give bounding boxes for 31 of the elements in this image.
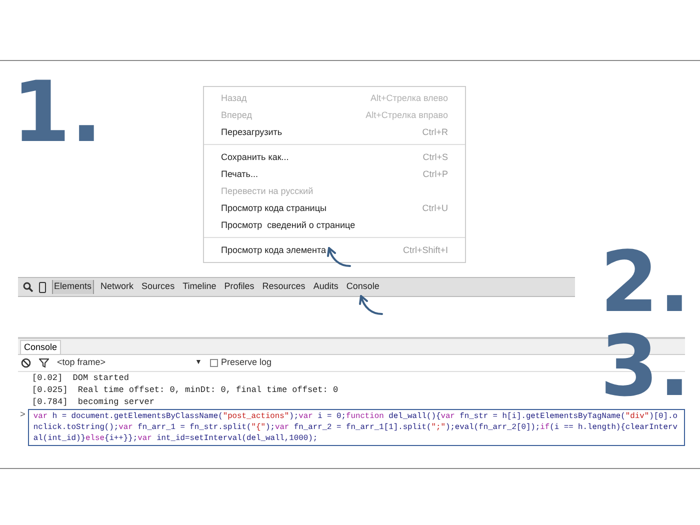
devtools-tab[interactable]: Elements <box>52 280 94 294</box>
log-line: [0.025] Real time offset: 0, minDt: 0, final time offset: 0 <box>31 384 340 396</box>
preserve-log-checkbox[interactable] <box>210 359 218 367</box>
log-line: [0.02] DOM started <box>31 372 130 384</box>
devtools-tab[interactable]: Timeline <box>182 280 218 294</box>
devtools-tab[interactable]: Sources <box>140 280 176 294</box>
filter-icon[interactable] <box>39 358 49 368</box>
menu-item[interactable]: Печать... Ctrl+P <box>204 166 465 183</box>
clear-icon[interactable] <box>21 358 31 368</box>
step-number: 3. <box>600 324 690 408</box>
search-icon[interactable] <box>23 282 33 292</box>
step-number: 2. <box>600 240 690 324</box>
frame-selector[interactable]: <top frame> <box>57 356 187 370</box>
console-tab[interactable]: Console <box>20 340 62 354</box>
menu-item[interactable]: Перезагрузить Ctrl+R <box>204 124 465 141</box>
phone-icon[interactable] <box>39 282 46 292</box>
prompt-marker: > <box>20 409 26 422</box>
devtools-tab[interactable]: Resources <box>261 280 306 294</box>
menu-item[interactable]: Просмотр кода элемента Ctrl+Shift+I <box>204 242 465 259</box>
menu-item[interactable]: Просмотр кода страницы Ctrl+U <box>204 200 465 217</box>
arrow-icon <box>326 244 352 270</box>
devtools-tab[interactable]: Audits <box>312 280 340 294</box>
arrow-icon <box>358 292 384 318</box>
devtools-tab[interactable]: Network <box>100 280 135 294</box>
menu-item[interactable]: Сохранить как... Ctrl+S <box>204 149 465 166</box>
devtools-tab[interactable]: Profiles <box>223 280 256 294</box>
preserve-log-label: Preserve log <box>220 356 272 370</box>
devtools-tab[interactable]: Console <box>345 280 380 294</box>
log-line: [0.784] becoming server <box>31 396 156 408</box>
menu-item[interactable]: Просмотр сведений о странице <box>204 217 465 234</box>
step-number: 1. <box>12 70 102 154</box>
